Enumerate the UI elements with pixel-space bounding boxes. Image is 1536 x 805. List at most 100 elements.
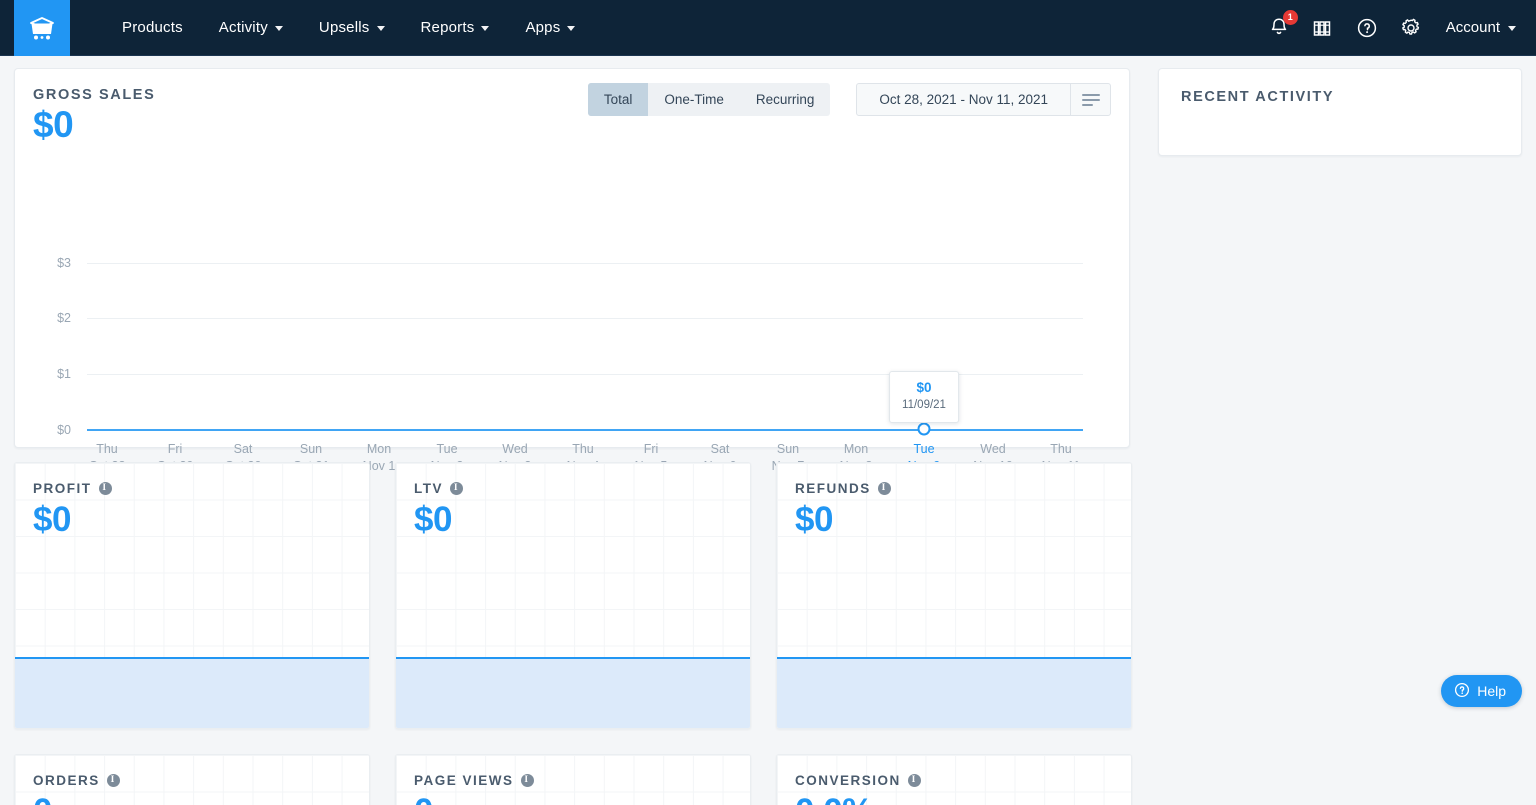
dashboard-side-column: RECENT ACTIVITY — [1158, 68, 1522, 156]
metric-card-page-views[interactable]: PAGE VIEWS i 0 — [395, 754, 751, 805]
gross-sales-controls: Total One-Time Recurring Oct 28, 2021 - … — [587, 83, 1111, 116]
nav-item-apps[interactable]: Apps — [507, 13, 593, 42]
dashboard-main-column: GROSS SALES $0 Total One-Time Recurring … — [14, 68, 1132, 805]
metric-card-orders[interactable]: ORDERS i 0 — [14, 754, 370, 805]
nav-item-label: Apps — [525, 19, 561, 36]
navbar-actions: 1 Account — [1266, 9, 1536, 41]
tab-recurring[interactable]: Recurring — [740, 83, 831, 116]
dashboard-page: GROSS SALES $0 Total One-Time Recurring … — [0, 56, 1536, 805]
nav-item-products[interactable]: Products — [104, 13, 201, 42]
metric-title: ORDERS i — [33, 773, 369, 788]
nav-item-upsells[interactable]: Upsells — [301, 13, 403, 42]
metric-title-label: ORDERS — [33, 773, 100, 788]
chevron-down-icon — [1508, 26, 1516, 31]
info-icon[interactable]: i — [106, 774, 120, 787]
metric-title-label: PROFIT — [33, 481, 92, 496]
y-axis-tick: $0 — [57, 423, 71, 437]
chart-data-point-hovered[interactable] — [917, 422, 931, 436]
account-menu[interactable]: Account — [1442, 19, 1516, 36]
metric-card-conversion[interactable]: CONVERSION i 0.0% — [776, 754, 1132, 805]
date-range-picker[interactable]: Oct 28, 2021 - Nov 11, 2021 — [856, 83, 1111, 116]
metric-title: REFUNDS i — [795, 481, 1131, 496]
nav-item-label: Activity — [218, 19, 268, 36]
gross-sales-chart: $3 $2 $1 $0 Thu Oct 28 Fri — [15, 165, 1131, 473]
metric-header: PAGE VIEWS i 0 — [396, 755, 750, 805]
tab-total[interactable]: Total — [587, 83, 649, 116]
y-axis-tick: $1 — [57, 367, 71, 381]
info-icon[interactable]: i — [877, 482, 891, 495]
nav-item-label: Upsells — [318, 19, 370, 36]
samcart-cart-logo-icon[interactable] — [14, 0, 70, 56]
metric-header: PROFIT i $0 — [15, 463, 369, 542]
metric-card-profit[interactable]: PROFIT i $0 — [14, 462, 370, 729]
metric-header: ORDERS i 0 — [15, 755, 369, 805]
metric-title-label: CONVERSION — [795, 773, 901, 788]
help-circle-icon[interactable] — [1354, 15, 1380, 41]
dashboard-columns: GROSS SALES $0 Total One-Time Recurring … — [14, 68, 1522, 805]
info-icon[interactable]: i — [98, 482, 112, 495]
y-axis-tick: $2 — [57, 311, 71, 325]
metric-value: 0 — [414, 790, 750, 805]
gridline — [87, 318, 1083, 319]
metric-header: REFUNDS i $0 — [777, 463, 1131, 542]
metric-card-refunds[interactable]: REFUNDS i $0 — [776, 462, 1132, 729]
metric-title: CONVERSION i — [795, 773, 1131, 788]
recent-activity-card: RECENT ACTIVITY — [1158, 68, 1522, 156]
metric-title: PROFIT i — [33, 481, 369, 496]
gross-sales-summary: GROSS SALES $0 — [33, 87, 155, 147]
metric-value: $0 — [414, 500, 452, 539]
recent-activity-title: RECENT ACTIVITY — [1181, 89, 1335, 105]
gross-sales-header: GROSS SALES $0 Total One-Time Recurring … — [15, 69, 1129, 159]
info-icon[interactable]: i — [450, 482, 463, 495]
chevron-down-icon — [274, 26, 283, 31]
gross-sales-value: $0 — [33, 104, 74, 145]
main-nav-links: Products Activity Upsells Reports Apps — [104, 13, 593, 42]
metrics-grid: PROFIT i $0 LTV i $0 — [14, 462, 1132, 805]
info-icon[interactable]: i — [520, 774, 534, 787]
gridline — [87, 263, 1083, 264]
metric-sparkline-area — [777, 657, 1131, 728]
metric-value: 0.0% — [795, 790, 1131, 805]
metric-title-label: LTV — [414, 481, 443, 496]
metric-header: LTV i $0 — [396, 463, 750, 542]
nav-item-reports[interactable]: Reports — [403, 13, 508, 42]
metric-title: PAGE VIEWS i — [414, 773, 750, 788]
metric-title-label: REFUNDS — [795, 481, 871, 496]
nav-item-label: Reports — [420, 19, 475, 36]
metric-value: $0 — [795, 500, 833, 539]
library-books-icon[interactable] — [1310, 15, 1336, 41]
chevron-down-icon — [376, 26, 385, 31]
info-icon[interactable]: i — [907, 774, 921, 787]
filter-lines-icon[interactable] — [1070, 84, 1110, 115]
series-line-gross-sales — [87, 429, 1083, 431]
settings-gear-icon[interactable] — [1398, 15, 1424, 41]
metric-title-label: PAGE VIEWS — [414, 773, 514, 788]
tab-one-time[interactable]: One-Time — [648, 83, 740, 116]
date-range-label: Oct 28, 2021 - Nov 11, 2021 — [879, 92, 1048, 107]
account-label: Account — [1445, 19, 1500, 36]
notifications-bell-icon[interactable]: 1 — [1266, 9, 1298, 41]
nav-item-activity[interactable]: Activity — [201, 13, 301, 42]
metric-value: 0 — [33, 790, 369, 805]
notification-badge: 1 — [1282, 9, 1298, 25]
gross-sales-card: GROSS SALES $0 Total One-Time Recurring … — [14, 68, 1131, 473]
metric-title: LTV i — [414, 481, 750, 496]
sales-type-toggle-group: Total One-Time Recurring — [587, 83, 831, 116]
metric-sparkline-area — [15, 657, 369, 728]
help-circle-icon — [1454, 682, 1470, 701]
metric-header: CONVERSION i 0.0% — [777, 755, 1131, 805]
page-title: GROSS SALES — [33, 87, 156, 103]
nav-item-label: Products — [122, 19, 183, 36]
metric-value: $0 — [33, 500, 71, 539]
chevron-down-icon — [481, 26, 490, 31]
y-axis-tick: $3 — [57, 256, 71, 270]
tooltip-date: 11/09/21 — [902, 399, 946, 411]
help-button-label: Help — [1477, 683, 1506, 699]
chevron-down-icon — [567, 26, 576, 31]
metric-card-ltv[interactable]: LTV i $0 — [395, 462, 751, 729]
help-button[interactable]: Help — [1441, 675, 1522, 707]
chart-tooltip: $0 11/09/21 — [889, 371, 959, 423]
filter-lines-glyph — [1081, 93, 1100, 106]
metric-sparkline-area — [396, 657, 750, 728]
tooltip-value: $0 — [916, 380, 932, 395]
